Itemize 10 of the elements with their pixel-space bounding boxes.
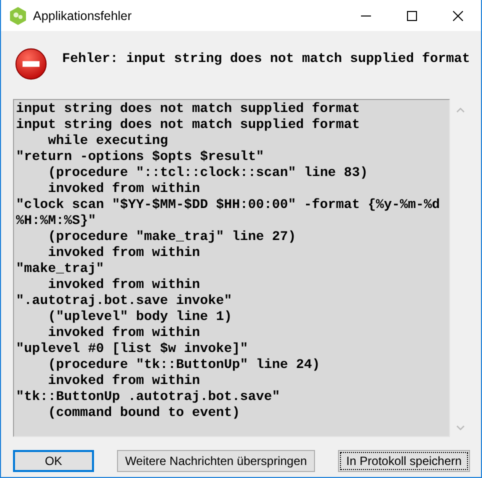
error-message: Fehler: input string does not match supplied format (62, 52, 470, 67)
skip-messages-button[interactable]: Weitere Nachrichten überspringen (117, 450, 315, 472)
stack-trace-text: input string does not match supplied format input string does not match supplied format while executing "return -options $opts $result" (procedure "::tcl::clock::scan" line 83) invoked from within "clock scan "$YY-$MM-$DD $HH:00:00" -format {%y-%m-%d %H:%M:%S}" (procedure "make_traj" line 27) invoked from within "make_traj" invoked from within ".autotraj.bot.save invoke" ("uplevel" body line 1) invoked from within "uplevel #0 [list $w invoke]" (procedure "tk::ButtonUp" line 24) invoked from within "tk::ButtonUp .autotraj.bot.save" (command bound to event) (13, 99, 450, 437)
app-icon (10, 6, 26, 24)
maximize-icon[interactable] (407, 10, 417, 20)
ok-button[interactable]: OK (13, 450, 94, 472)
save-to-log-button[interactable]: In Protokoll speichern (338, 450, 470, 472)
close-icon[interactable] (453, 10, 463, 20)
window-title: Applikationsfehler (33, 8, 132, 22)
error-icon (15, 47, 48, 81)
